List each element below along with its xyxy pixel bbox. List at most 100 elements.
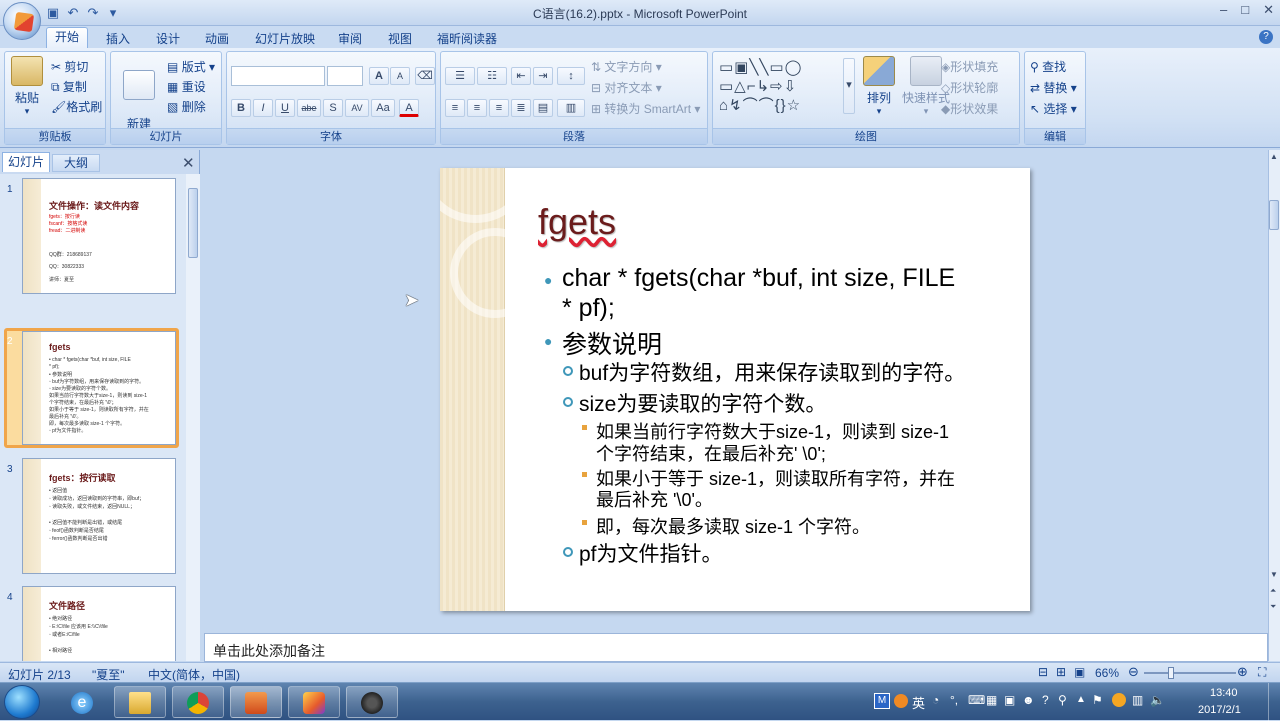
font-name-combo[interactable]: [231, 66, 325, 86]
strikethrough-button[interactable]: abe: [297, 99, 321, 117]
text-direction-button[interactable]: ⇅ 文字方向 ▾: [591, 58, 662, 75]
replace-button[interactable]: ⇄ 替换 ▾: [1030, 79, 1077, 96]
bullets-icon[interactable]: ☰: [445, 67, 475, 85]
shapes-gallery-more[interactable]: ▾: [843, 58, 855, 114]
numbering-icon[interactable]: ☷: [477, 67, 507, 85]
bullet-line[interactable]: pf为文件指针。: [579, 538, 723, 568]
volume-icon[interactable]: 🔈: [1150, 693, 1165, 707]
shape-outline-button[interactable]: ◇形状轮廓: [941, 79, 998, 96]
show-hidden-icons[interactable]: ▲: [1076, 694, 1086, 705]
delete-slide-button[interactable]: ▧ 删除: [167, 98, 206, 115]
arrange-button[interactable]: 排列▾: [859, 56, 899, 117]
copy-button[interactable]: ⧉ 复制: [51, 78, 87, 95]
thumbnails-scrollbar[interactable]: [186, 174, 200, 661]
slideshow-view-icon[interactable]: ▣: [1074, 665, 1085, 679]
distribute-icon[interactable]: ▤: [533, 99, 553, 117]
columns-icon[interactable]: ▥: [557, 99, 585, 117]
bold-button[interactable]: B: [231, 99, 251, 117]
bullet-line[interactable]: 参数说明: [562, 325, 662, 361]
select-button[interactable]: ↖ 选择 ▾: [1030, 100, 1077, 117]
previous-slide-icon[interactable]: ⏶: [1270, 586, 1279, 596]
slide-thumbnail-4[interactable]: 文件路径 • 绝对路径 ◦ E:\C\file 应该用 E:\\C\\file …: [22, 586, 176, 661]
clock-time[interactable]: 13:40: [1210, 687, 1238, 699]
taskbar-obs[interactable]: [346, 686, 398, 718]
grow-font-button[interactable]: A: [369, 67, 389, 85]
change-case-button[interactable]: Aa: [371, 99, 395, 117]
zoom-slider-thumb[interactable]: [1168, 667, 1174, 679]
scroll-down-icon[interactable]: ▼: [1270, 570, 1279, 579]
slide-sorter-icon[interactable]: ⊞: [1056, 665, 1066, 679]
tab-review[interactable]: 审阅: [338, 30, 362, 47]
slide-thumbnail-3[interactable]: fgets：按行读取 • 返回值 ◦ 读取成功，返回读取到的字符串，即buf； …: [22, 458, 176, 574]
shapes-gallery[interactable]: ▭▣╲╲▭◯▭△⌐↳⇨⇩⌂↯⌒⌒{}☆: [719, 58, 839, 116]
layout-button[interactable]: ▤ 版式 ▾: [167, 58, 215, 75]
clock-date[interactable]: 2017/2/1: [1198, 704, 1241, 716]
format-painter-button[interactable]: 🖌格式刷: [51, 98, 102, 115]
bullet-line[interactable]: 即，每次最多读取 size-1 个字符。: [596, 513, 870, 539]
pin-icon[interactable]: ⚲: [1058, 693, 1067, 707]
align-left-icon[interactable]: ≡: [445, 99, 465, 117]
tray-app-icon[interactable]: [1112, 693, 1126, 707]
bullet-line[interactable]: char * fgets(char *buf, int size, FILE: [562, 264, 955, 293]
tab-insert[interactable]: 插入: [106, 30, 130, 47]
find-button[interactable]: ⚲ 查找: [1030, 58, 1066, 75]
notes-pane[interactable]: 单击此处添加备注: [204, 633, 1268, 662]
paste-button[interactable]: 粘贴 ▾: [9, 56, 45, 117]
next-slide-icon[interactable]: ⏷: [1270, 602, 1279, 612]
help-icon[interactable]: ?: [1259, 30, 1273, 44]
ime-settings-icon[interactable]: °,: [950, 693, 958, 707]
reset-button[interactable]: ▦ 重设: [167, 78, 206, 95]
align-right-icon[interactable]: ≡: [489, 99, 509, 117]
italic-button[interactable]: I: [253, 99, 273, 117]
close-pane-icon[interactable]: ✕: [182, 154, 195, 172]
maximize-button[interactable]: □: [1241, 2, 1249, 18]
shape-fill-button[interactable]: ◈形状填充: [941, 58, 998, 75]
shape-effects-button[interactable]: ◆形状效果: [941, 100, 998, 117]
ime-mode[interactable]: 英: [912, 693, 925, 712]
taskbar-ie[interactable]: e: [56, 686, 108, 718]
user-icon[interactable]: ☻: [1022, 693, 1035, 707]
font-size-combo[interactable]: [327, 66, 363, 86]
slide-thumbnail-2[interactable]: fgets • char * fgets(char *buf, int size…: [22, 331, 176, 445]
font-color-button[interactable]: A: [399, 99, 419, 117]
ime-logo-icon[interactable]: [894, 694, 908, 708]
scroll-up-icon[interactable]: ▲: [1270, 152, 1279, 161]
zoom-out-icon[interactable]: ⊖: [1128, 664, 1139, 680]
current-slide[interactable]: fgets ● char * fgets(char *buf, int size…: [440, 168, 1030, 611]
zoom-slider[interactable]: [1144, 672, 1236, 674]
tab-view[interactable]: 视图: [388, 30, 412, 47]
align-text-button[interactable]: ⊟ 对齐文本 ▾: [591, 79, 662, 96]
tab-outline[interactable]: 大纲: [52, 154, 100, 172]
punctuation-icon[interactable]: ◔: [932, 693, 939, 707]
bullet-line[interactable]: * pf);: [562, 294, 615, 323]
tab-slideshow[interactable]: 幻灯片放映: [255, 30, 315, 47]
language-status[interactable]: 中文(简体，中国): [148, 666, 240, 683]
tab-foxit-reader[interactable]: 福昕阅读器: [437, 30, 497, 47]
tab-animations[interactable]: 动画: [205, 30, 229, 47]
ime-m-icon[interactable]: M: [874, 693, 890, 709]
convert-smartart-button[interactable]: ⊞ 转换为 SmartArt ▾: [591, 100, 700, 117]
tab-home[interactable]: 开始: [46, 27, 88, 48]
shrink-font-button[interactable]: A: [390, 67, 410, 85]
bullet-line[interactable]: 最后补充 '\0'。: [596, 486, 713, 512]
scrollbar-thumb[interactable]: [1269, 200, 1279, 230]
bullet-line[interactable]: 个字符结束，在最后补充' \0';: [596, 440, 826, 466]
char-spacing-button[interactable]: AV: [345, 99, 369, 117]
text-shadow-button[interactable]: S: [323, 99, 343, 117]
start-button[interactable]: [4, 685, 40, 719]
zoom-in-icon[interactable]: ⊕: [1237, 664, 1248, 680]
bullet-line[interactable]: buf为字符数组，用来保存读取到的字符。: [579, 357, 965, 387]
zoom-level[interactable]: 66%: [1095, 666, 1119, 680]
underline-button[interactable]: U: [275, 99, 295, 117]
office-button[interactable]: [3, 2, 41, 40]
minimize-button[interactable]: –: [1220, 2, 1227, 18]
scrollbar-thumb[interactable]: [188, 188, 198, 258]
align-center-icon[interactable]: ≡: [467, 99, 487, 117]
cut-button[interactable]: ✂ 剪切: [51, 58, 88, 75]
taskbar-explorer[interactable]: [114, 686, 166, 718]
clear-format-icon[interactable]: ⌫: [415, 67, 435, 85]
decrease-indent-icon[interactable]: ⇤: [511, 67, 531, 85]
normal-view-icon[interactable]: ⊟: [1038, 665, 1048, 679]
line-spacing-icon[interactable]: ↕: [557, 67, 585, 85]
taskbar-chrome[interactable]: [172, 686, 224, 718]
